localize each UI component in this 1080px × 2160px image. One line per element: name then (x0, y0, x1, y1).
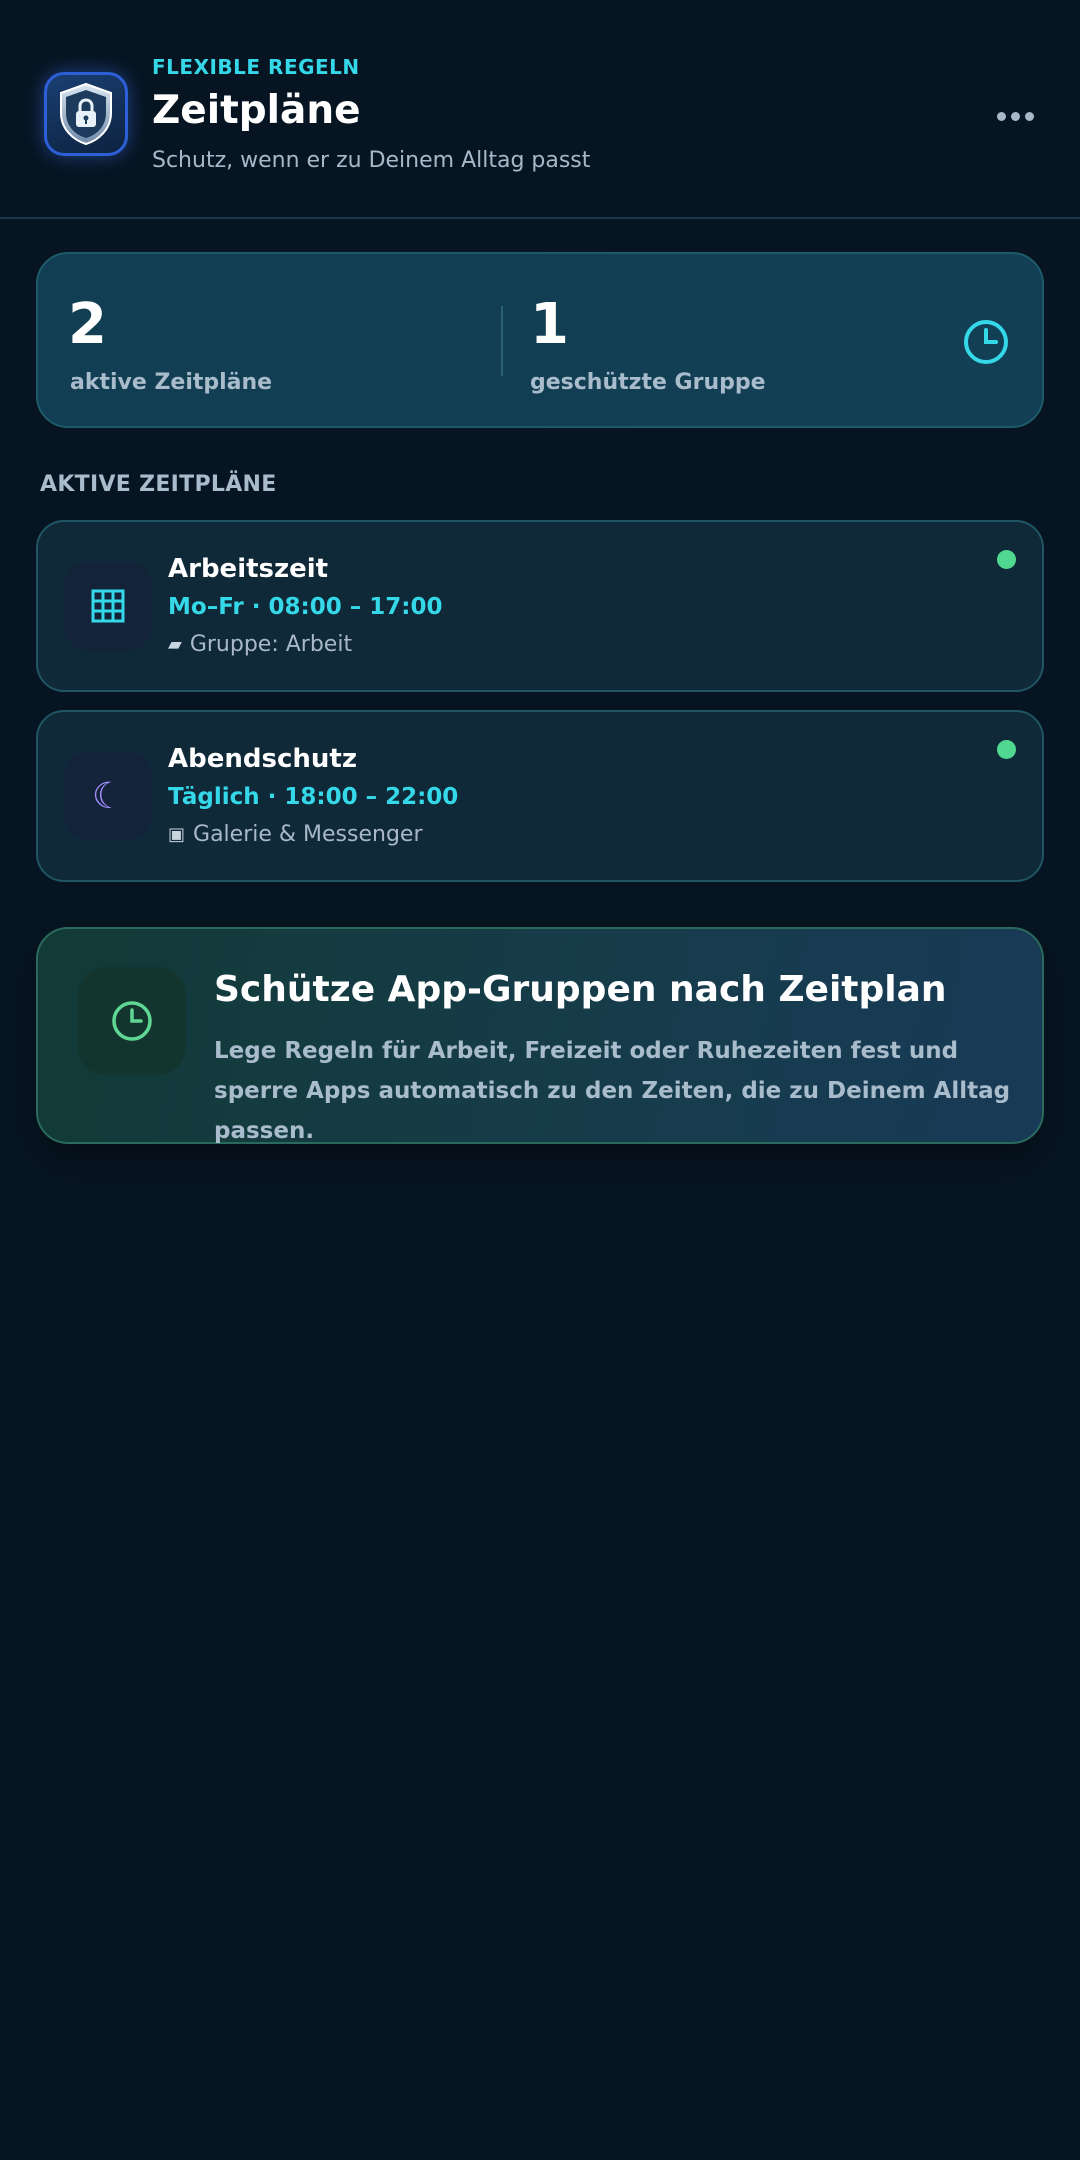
more-dot (1024, 111, 1034, 121)
clock-icon (964, 320, 1008, 364)
page-title: Zeitpläne (152, 88, 361, 133)
stats-divider (501, 306, 503, 376)
section-title: AKTIVE ZEITPLÄNE (40, 472, 277, 497)
header: FLEXIBLE REGELN Zeitpläne Schutz, wenn e… (0, 0, 1080, 219)
page-subtitle: Schutz, wenn er zu Deinem Alltag passt (152, 148, 591, 173)
more-horizontal-icon (996, 111, 1006, 121)
protected-groups-count: 1 (530, 292, 569, 357)
active-status-dot (997, 550, 1016, 569)
app-square-icon: ▣ (168, 824, 186, 845)
promo-card: Schütze App-Gruppen nach Zeitplan Lege R… (36, 927, 1044, 1144)
stats-card: 2 aktive Zeitpläne 1 geschützte Gruppe (36, 252, 1044, 428)
folder-icon: ▰ (168, 634, 182, 655)
schedule-time: Täglich · 18:00 – 22:00 (168, 784, 459, 810)
more-dot (1010, 111, 1020, 121)
more-options-button[interactable] (990, 96, 1040, 136)
active-status-dot (997, 740, 1016, 759)
schedules-screen: FLEXIBLE REGELN Zeitpläne Schutz, wenn e… (0, 0, 1080, 2160)
active-schedules-label: aktive Zeitpläne (70, 370, 273, 395)
active-schedules-count: 2 (68, 292, 107, 357)
building-icon (64, 562, 152, 650)
moon-icon: ☾ (64, 752, 152, 840)
schedule-group: ▰ Gruppe: Arbeit (168, 632, 352, 657)
schedule-card-abendschutz[interactable]: ☾ Abendschutz Täglich · 18:00 – 22:00 ▣ … (36, 710, 1044, 882)
schedule-card-arbeitszeit[interactable]: Arbeitszeit Mo–Fr · 08:00 – 17:00 ▰ Grup… (36, 520, 1044, 692)
header-eyebrow: FLEXIBLE REGELN (152, 55, 360, 79)
promo-title: Schütze App-Gruppen nach Zeitplan (214, 969, 947, 1010)
schedule-group-label: Gruppe: Arbeit (189, 632, 353, 657)
schedule-group-label: Galerie & Messenger (193, 822, 423, 847)
protected-groups-label: geschützte Gruppe (530, 370, 766, 395)
clock-icon (78, 967, 186, 1075)
promo-text: Lege Regeln für Arbeit, Freizeit oder Ru… (214, 1038, 1011, 1144)
schedule-name: Arbeitszeit (168, 554, 329, 584)
schedule-name: Abendschutz (168, 744, 357, 774)
schedule-group: ▣ Galerie & Messenger (168, 822, 423, 847)
shield-lock-icon (44, 72, 128, 156)
schedule-time: Mo–Fr · 08:00 – 17:00 (168, 594, 443, 620)
